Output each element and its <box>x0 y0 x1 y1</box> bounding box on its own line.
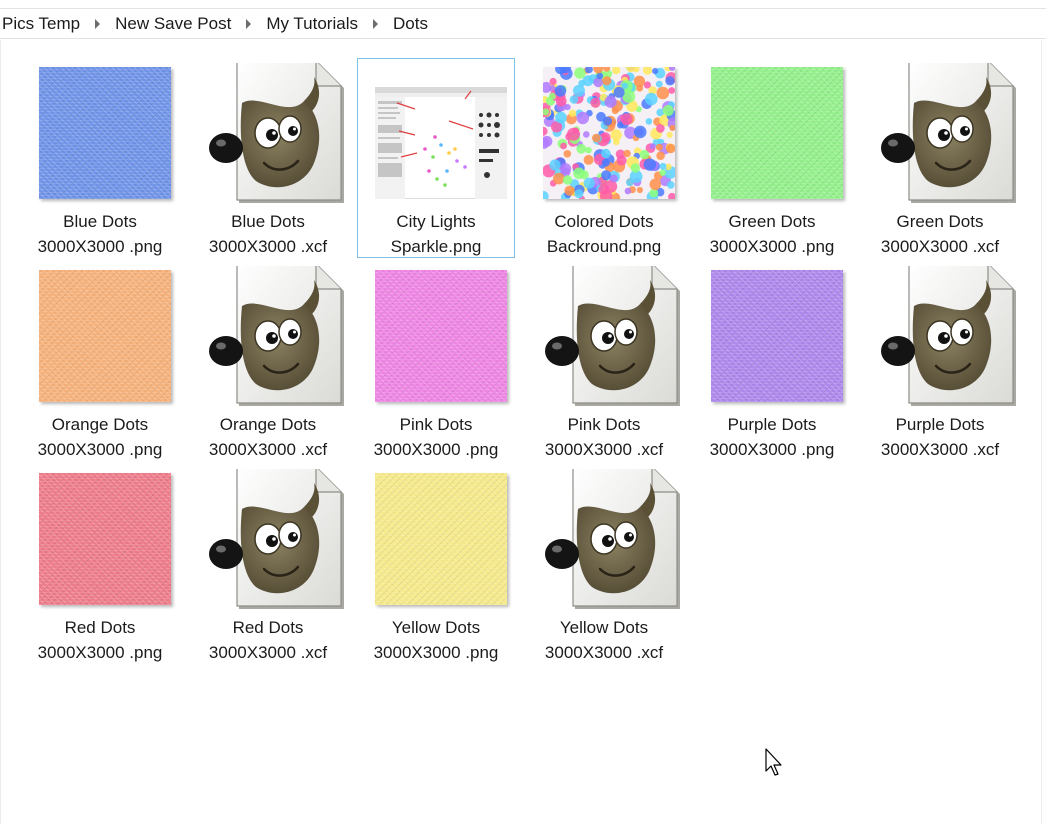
file-name-label: City Lights Sparkle.png <box>358 209 514 259</box>
image-thumbnail <box>375 473 507 605</box>
gimp-wilber-document-icon <box>204 263 344 406</box>
image-thumbnail <box>711 67 843 199</box>
file-name-line-2: Sparkle.png <box>390 237 482 256</box>
file-item[interactable]: Yellow Dots 3000X3000 .xcf <box>525 464 683 664</box>
mouse-pointer-icon <box>765 748 782 776</box>
file-name-line-1: Pink Dots <box>399 415 473 434</box>
file-name-line-1: Green Dots <box>896 212 984 231</box>
file-name-line-1: Colored Dots <box>554 212 654 231</box>
file-item[interactable]: Purple Dots 3000X3000 .png <box>693 261 851 461</box>
file-name-line-1: Purple Dots <box>895 415 985 434</box>
image-thumbnail <box>39 270 171 402</box>
pane-right-edge <box>1041 40 1042 824</box>
file-item[interactable]: Pink Dots 3000X3000 .xcf <box>525 261 683 461</box>
file-name-label: Purple Dots 3000X3000 .png <box>694 412 850 462</box>
file-name-label: Red Dots 3000X3000 .png <box>22 615 178 665</box>
gimp-wilber-document-icon <box>876 60 1016 203</box>
file-name-line-1: Pink Dots <box>567 415 641 434</box>
file-name-label: Blue Dots 3000X3000 .xcf <box>190 209 346 259</box>
file-name-label: Colored Dots Backround.png <box>526 209 682 259</box>
file-item[interactable]: Orange Dots 3000X3000 .xcf <box>189 261 347 461</box>
file-name-line-2: 3000X3000 .xcf <box>208 643 328 662</box>
file-item[interactable]: Green Dots 3000X3000 .png <box>693 58 851 258</box>
file-name-line-1: Blue Dots <box>231 212 305 231</box>
file-item[interactable]: Red Dots 3000X3000 .png <box>21 464 179 664</box>
file-name-line-2: 3000X3000 .xcf <box>208 237 328 256</box>
file-name-line-2: 3000X3000 .png <box>373 643 499 662</box>
file-name-label: Purple Dots 3000X3000 .xcf <box>862 412 1018 462</box>
file-name-line-2: Backround.png <box>546 237 662 256</box>
image-thumbnail <box>39 67 171 199</box>
file-item[interactable]: Pink Dots 3000X3000 .png <box>357 261 515 461</box>
file-name-line-1: Red Dots <box>232 618 304 637</box>
image-thumbnail <box>538 61 681 203</box>
file-item[interactable]: Orange Dots 3000X3000 .png <box>21 261 179 461</box>
file-name-label: Orange Dots 3000X3000 .png <box>22 412 178 462</box>
file-name-line-2: 3000X3000 .png <box>37 440 163 459</box>
breadcrumb-item-new-save-post[interactable]: New Save Post <box>113 14 233 34</box>
file-name-line-1: Green Dots <box>728 212 816 231</box>
chevron-right-icon[interactable] <box>95 18 101 29</box>
gimp-wilber-document-icon <box>540 466 680 609</box>
file-name-line-2: 3000X3000 .xcf <box>544 643 664 662</box>
file-name-line-2: 3000X3000 .png <box>709 237 835 256</box>
file-item[interactable]: Colored Dots Backround.png <box>525 58 683 258</box>
image-thumbnail <box>374 67 508 200</box>
file-name-line-2: 3000X3000 .png <box>373 440 499 459</box>
gimp-wilber-document-icon <box>204 60 344 203</box>
file-name-line-2: 3000X3000 .xcf <box>880 237 1000 256</box>
file-name-line-1: Blue Dots <box>63 212 137 231</box>
pane-left-edge <box>0 40 1 824</box>
chevron-right-icon[interactable] <box>246 18 252 29</box>
file-item[interactable]: Blue Dots 3000X3000 .png <box>21 58 179 258</box>
file-name-label: Yellow Dots 3000X3000 .png <box>358 615 514 665</box>
image-thumbnail <box>375 270 507 402</box>
file-name-label: Orange Dots 3000X3000 .xcf <box>190 412 346 462</box>
gimp-wilber-document-icon <box>876 263 1016 406</box>
file-name-label: Yellow Dots 3000X3000 .xcf <box>526 615 682 665</box>
file-name-line-1: Purple Dots <box>727 415 817 434</box>
file-name-label: Green Dots 3000X3000 .xcf <box>862 209 1018 259</box>
file-name-line-2: 3000X3000 .png <box>709 440 835 459</box>
file-name-line-1: Yellow Dots <box>559 618 649 637</box>
file-item[interactable]: Red Dots 3000X3000 .xcf <box>189 464 347 664</box>
breadcrumb-item-my-tutorials[interactable]: My Tutorials <box>264 14 360 34</box>
file-item[interactable]: City Lights Sparkle.png <box>357 58 515 258</box>
file-name-line-2: 3000X3000 .png <box>37 643 163 662</box>
file-item[interactable]: Purple Dots 3000X3000 .xcf <box>861 261 1019 461</box>
gimp-wilber-document-icon <box>540 263 680 406</box>
file-name-label: Green Dots 3000X3000 .png <box>694 209 850 259</box>
file-name-label: Blue Dots 3000X3000 .png <box>22 209 178 259</box>
image-thumbnail <box>39 473 171 605</box>
file-name-label: Red Dots 3000X3000 .xcf <box>190 615 346 665</box>
file-item[interactable]: Blue Dots 3000X3000 .xcf <box>189 58 347 258</box>
file-name-line-1: Orange Dots <box>51 415 149 434</box>
file-name-label: Pink Dots 3000X3000 .xcf <box>526 412 682 462</box>
file-name-line-1: Orange Dots <box>219 415 317 434</box>
image-thumbnail <box>711 270 843 402</box>
file-name-line-2: 3000X3000 .xcf <box>544 440 664 459</box>
file-item[interactable]: Green Dots 3000X3000 .xcf <box>861 58 1019 258</box>
gimp-wilber-document-icon <box>204 466 344 609</box>
file-name-line-1: City Lights <box>396 212 476 231</box>
breadcrumb: Pics Temp New Save Post My Tutorials Dot… <box>0 9 1046 39</box>
breadcrumb-item-pics-temp[interactable]: Pics Temp <box>0 14 82 34</box>
file-name-line-2: 3000X3000 .png <box>37 237 163 256</box>
file-name-line-1: Yellow Dots <box>391 618 481 637</box>
file-name-line-2: 3000X3000 .xcf <box>208 440 328 459</box>
file-name-line-2: 3000X3000 .xcf <box>880 440 1000 459</box>
file-item[interactable]: Yellow Dots 3000X3000 .png <box>357 464 515 664</box>
breadcrumb-item-dots[interactable]: Dots <box>391 14 430 34</box>
file-name-label: Pink Dots 3000X3000 .png <box>358 412 514 462</box>
chevron-right-icon[interactable] <box>372 18 378 29</box>
file-name-line-1: Red Dots <box>64 618 136 637</box>
